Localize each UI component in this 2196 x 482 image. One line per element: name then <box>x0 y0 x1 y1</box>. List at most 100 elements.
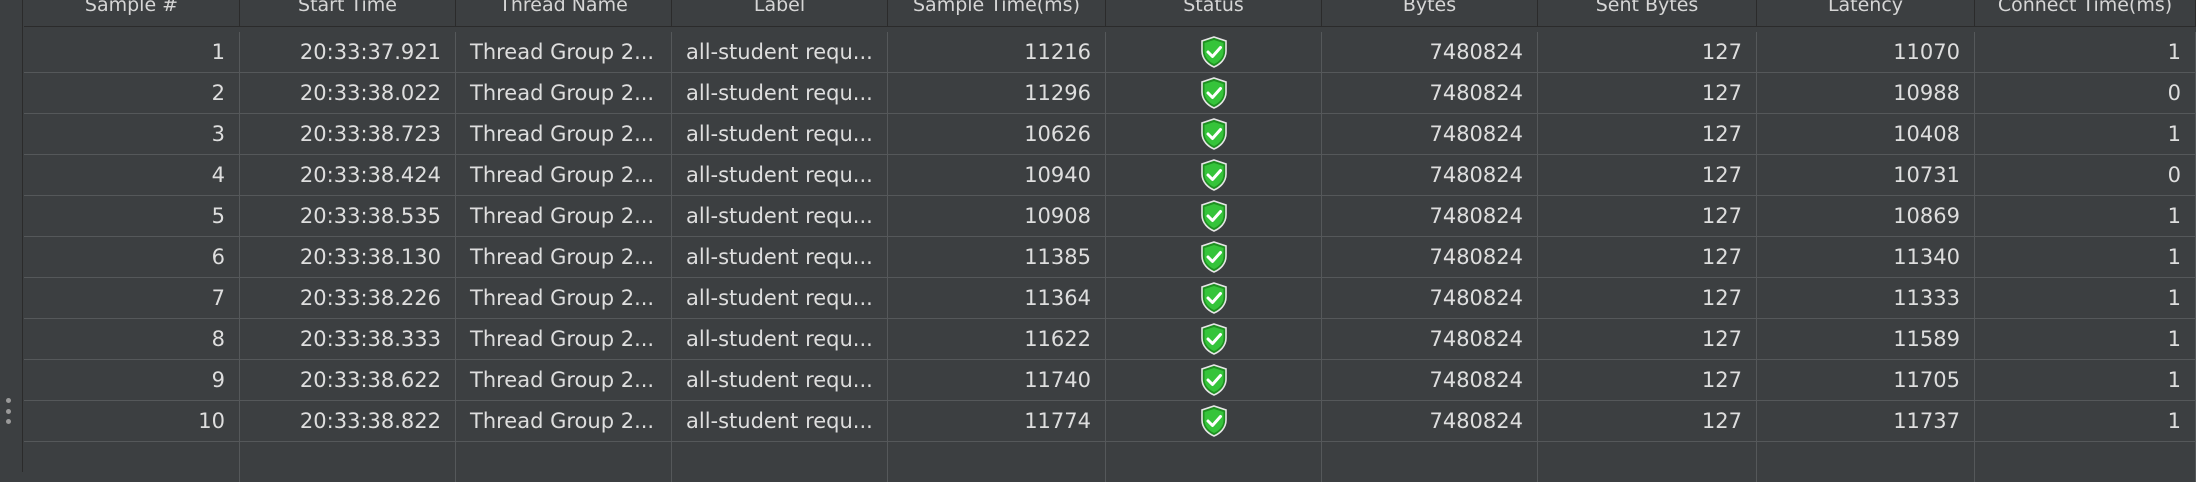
cell-thread-name: Thread Group 2... <box>456 278 672 318</box>
cell-connect-time: 1 <box>1975 319 2196 359</box>
cell-label: all-student requ... <box>672 237 888 277</box>
cell-sample-number: 2 <box>24 73 240 113</box>
empty-cell <box>1975 442 2196 482</box>
cell-start-time: 20:33:38.226 <box>240 278 456 318</box>
success-shield-icon <box>1199 364 1229 396</box>
cell-thread-name: Thread Group 2... <box>456 319 672 359</box>
empty-cell <box>240 442 456 482</box>
success-shield-icon <box>1199 77 1229 109</box>
results-table: Sample # Start Time Thread Name Label Sa… <box>24 0 2196 482</box>
cell-start-time: 20:33:38.333 <box>240 319 456 359</box>
cell-bytes: 7480824 <box>1322 278 1538 318</box>
success-shield-icon <box>1199 405 1229 437</box>
cell-latency: 10408 <box>1757 114 1975 154</box>
column-header-start-time[interactable]: Start Time <box>240 0 456 26</box>
table-row[interactable]: 8 20:33:38.333 Thread Group 2... all-studen… <box>24 319 2196 360</box>
table-body: 1 20:33:37.921 Thread Group 2... all-studen… <box>24 32 2196 482</box>
cell-start-time: 20:33:38.130 <box>240 237 456 277</box>
empty-table-area <box>24 442 2196 482</box>
cell-label: all-student requ... <box>672 32 888 72</box>
column-header-sample-number[interactable]: Sample # <box>24 0 240 26</box>
cell-status <box>1106 360 1322 400</box>
empty-cell <box>1757 442 1975 482</box>
success-shield-icon <box>1199 36 1229 68</box>
cell-bytes: 7480824 <box>1322 196 1538 236</box>
table-row[interactable]: 2 20:33:38.022 Thread Group 2... all-studen… <box>24 73 2196 114</box>
empty-cell <box>888 442 1106 482</box>
cell-status <box>1106 32 1322 72</box>
empty-cell <box>1322 442 1538 482</box>
cell-sent-bytes: 127 <box>1538 196 1757 236</box>
cell-status <box>1106 237 1322 277</box>
column-header-latency[interactable]: Latency <box>1757 0 1975 26</box>
empty-cell <box>1538 442 1757 482</box>
cell-latency: 10731 <box>1757 155 1975 195</box>
table-row[interactable]: 1 20:33:37.921 Thread Group 2... all-studen… <box>24 32 2196 73</box>
cell-sample-number: 6 <box>24 237 240 277</box>
column-header-status[interactable]: Status <box>1106 0 1322 26</box>
cell-connect-time: 1 <box>1975 278 2196 318</box>
table-row[interactable]: 3 20:33:38.723 Thread Group 2... all-studen… <box>24 114 2196 155</box>
cell-label: all-student requ... <box>672 401 888 441</box>
cell-sent-bytes: 127 <box>1538 278 1757 318</box>
cell-sample-time: 11385 <box>888 237 1106 277</box>
cell-latency: 11737 <box>1757 401 1975 441</box>
cell-sample-time: 11622 <box>888 319 1106 359</box>
table-row[interactable]: 6 20:33:38.130 Thread Group 2... all-studen… <box>24 237 2196 278</box>
empty-cell <box>672 442 888 482</box>
cell-sample-number: 8 <box>24 319 240 359</box>
cell-sample-number: 10 <box>24 401 240 441</box>
cell-latency: 11340 <box>1757 237 1975 277</box>
cell-latency: 11589 <box>1757 319 1975 359</box>
empty-cell <box>1106 442 1322 482</box>
cell-label: all-student requ... <box>672 155 888 195</box>
column-header-connect-time[interactable]: Connect Time(ms) <box>1975 0 2196 26</box>
cell-sample-number: 4 <box>24 155 240 195</box>
table-row[interactable]: 7 20:33:38.226 Thread Group 2... all-studen… <box>24 278 2196 319</box>
cell-bytes: 7480824 <box>1322 237 1538 277</box>
success-shield-icon <box>1199 323 1229 355</box>
cell-connect-time: 1 <box>1975 401 2196 441</box>
cell-latency: 10988 <box>1757 73 1975 113</box>
column-header-bytes[interactable]: Bytes <box>1322 0 1538 26</box>
success-shield-icon <box>1199 200 1229 232</box>
table-row[interactable]: 4 20:33:38.424 Thread Group 2... all-studen… <box>24 155 2196 196</box>
cell-sent-bytes: 127 <box>1538 155 1757 195</box>
cell-sent-bytes: 127 <box>1538 319 1757 359</box>
cell-start-time: 20:33:38.022 <box>240 73 456 113</box>
cell-sample-time: 11774 <box>888 401 1106 441</box>
cell-latency: 11070 <box>1757 32 1975 72</box>
table-row[interactable]: 9 20:33:38.622 Thread Group 2... all-studen… <box>24 360 2196 401</box>
column-header-label[interactable]: Label <box>672 0 888 26</box>
cell-thread-name: Thread Group 2... <box>456 73 672 113</box>
success-shield-icon <box>1199 159 1229 191</box>
cell-sample-time: 11364 <box>888 278 1106 318</box>
cell-start-time: 20:33:38.424 <box>240 155 456 195</box>
cell-sample-time: 11296 <box>888 73 1106 113</box>
cell-sample-number: 7 <box>24 278 240 318</box>
cell-thread-name: Thread Group 2... <box>456 360 672 400</box>
cell-start-time: 20:33:38.723 <box>240 114 456 154</box>
cell-bytes: 7480824 <box>1322 73 1538 113</box>
cell-label: all-student requ... <box>672 319 888 359</box>
cell-connect-time: 1 <box>1975 32 2196 72</box>
cell-thread-name: Thread Group 2... <box>456 155 672 195</box>
success-shield-icon <box>1199 118 1229 150</box>
cell-label: all-student requ... <box>672 73 888 113</box>
drag-handle-icon[interactable] <box>5 398 11 424</box>
column-header-sent-bytes[interactable]: Sent Bytes <box>1538 0 1757 26</box>
cell-sent-bytes: 127 <box>1538 114 1757 154</box>
empty-cell <box>456 442 672 482</box>
cell-sent-bytes: 127 <box>1538 401 1757 441</box>
column-header-sample-time[interactable]: Sample Time(ms) <box>888 0 1106 26</box>
cell-sample-time: 10626 <box>888 114 1106 154</box>
cell-bytes: 7480824 <box>1322 401 1538 441</box>
cell-bytes: 7480824 <box>1322 114 1538 154</box>
cell-latency: 11705 <box>1757 360 1975 400</box>
cell-sent-bytes: 127 <box>1538 73 1757 113</box>
left-gutter <box>0 0 23 472</box>
table-row[interactable]: 5 20:33:38.535 Thread Group 2... all-studen… <box>24 196 2196 237</box>
table-row[interactable]: 10 20:33:38.822 Thread Group 2... all-stude… <box>24 401 2196 442</box>
cell-thread-name: Thread Group 2... <box>456 114 672 154</box>
column-header-thread-name[interactable]: Thread Name <box>456 0 672 26</box>
